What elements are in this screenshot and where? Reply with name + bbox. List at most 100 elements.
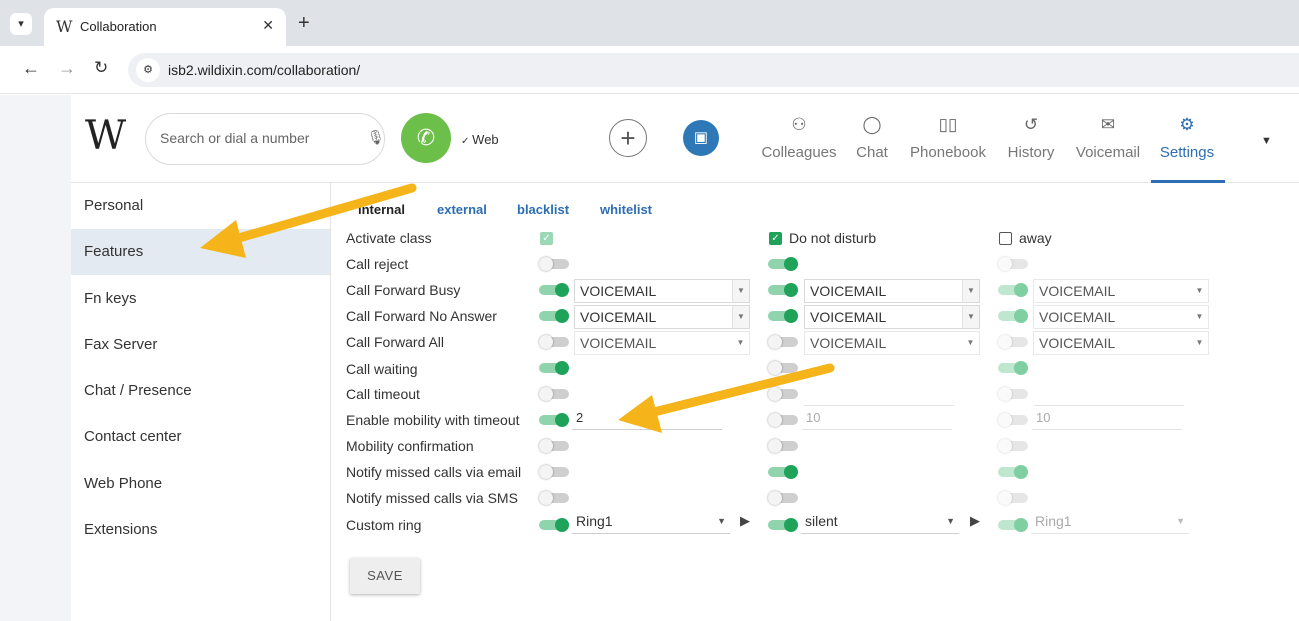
- toggle-cf-busy-internal[interactable]: [539, 283, 569, 297]
- cf-busy-select-dnd[interactable]: VOICEMAIL ▼: [804, 279, 980, 303]
- sidebar-item-contact-center[interactable]: Contact center: [71, 414, 330, 460]
- toggle-cf-all-away[interactable]: [998, 335, 1028, 349]
- toggle-notify-email-dnd[interactable]: [768, 465, 798, 479]
- toggle-mobility-dnd[interactable]: [768, 413, 798, 427]
- toggle-cf-all-dnd[interactable]: [768, 335, 798, 349]
- toggle-cf-no-answer-internal[interactable]: [539, 309, 569, 323]
- back-arrow-icon[interactable]: ←: [22, 58, 40, 79]
- tab-internal[interactable]: internal: [358, 202, 405, 217]
- select-value: VOICEMAIL: [580, 309, 657, 325]
- cf-busy-select-away[interactable]: VOICEMAIL ▼: [1033, 279, 1209, 303]
- tab-search-chevron-icon[interactable]: ▾: [10, 13, 32, 35]
- toggle-notify-sms-dnd[interactable]: [768, 491, 798, 505]
- toggle-call-waiting-internal[interactable]: [539, 361, 569, 375]
- new-tab-button[interactable]: +: [298, 12, 310, 35]
- nav-label: Settings: [1159, 144, 1215, 161]
- sidebar-item-features[interactable]: Features: [71, 229, 330, 275]
- toggle-call-reject-dnd[interactable]: [768, 257, 798, 271]
- sidebar-item-web-phone[interactable]: Web Phone: [71, 461, 330, 507]
- activate-class-checkbox[interactable]: ✓: [540, 232, 553, 245]
- toggle-notify-email-internal[interactable]: [539, 465, 569, 479]
- site-info-icon[interactable]: ⚙: [136, 58, 160, 82]
- tab-whitelist[interactable]: whitelist: [600, 202, 652, 217]
- toggle-custom-ring-dnd[interactable]: [768, 518, 798, 532]
- nav-colleagues[interactable]: ⚇ Colleagues: [761, 115, 837, 161]
- toggle-cf-busy-dnd[interactable]: [768, 283, 798, 297]
- toggle-custom-ring-away[interactable]: [998, 518, 1028, 532]
- call-timeout-field-away[interactable]: [1034, 405, 1184, 406]
- custom-ring-select-internal[interactable]: Ring1 ▼: [572, 510, 730, 534]
- new-action-button[interactable]: +: [609, 119, 647, 157]
- conference-button[interactable]: ▣: [683, 120, 719, 156]
- row-label-call-reject: Call reject: [346, 256, 409, 272]
- nav-settings[interactable]: ⚙ Settings: [1156, 115, 1218, 161]
- sidebar-item-fn-keys[interactable]: Fn keys: [71, 276, 330, 322]
- toggle-mobility-confirm-away[interactable]: [998, 439, 1028, 453]
- more-menu-caret-icon[interactable]: ▼: [1261, 135, 1272, 147]
- tab-blacklist[interactable]: blacklist: [517, 202, 569, 217]
- toggle-call-timeout-away[interactable]: [998, 387, 1028, 401]
- forward-arrow-icon[interactable]: →: [58, 58, 76, 79]
- toggle-call-timeout-dnd[interactable]: [768, 387, 798, 401]
- nav-phonebook[interactable]: ▯▯ Phonebook: [907, 115, 989, 161]
- toggle-call-waiting-dnd[interactable]: [768, 361, 798, 375]
- sidebar-item-extensions[interactable]: Extensions: [71, 507, 330, 553]
- nav-voicemail[interactable]: ✉ Voicemail: [1073, 115, 1143, 161]
- toggle-mobility-internal[interactable]: [539, 413, 569, 427]
- contact-card-icon: ▣: [693, 129, 709, 146]
- browser-tab[interactable]: W Collaboration ✕: [44, 8, 286, 46]
- toggle-cf-all-internal[interactable]: [539, 335, 569, 349]
- chevron-down-icon: ▼: [1195, 286, 1204, 295]
- url-text: isb2.wildixin.com/collaboration/: [168, 62, 361, 78]
- mobility-timeout-input-away[interactable]: 10: [1032, 408, 1182, 430]
- toggle-notify-sms-internal[interactable]: [539, 491, 569, 505]
- device-select[interactable]: ✓ Web: [461, 132, 499, 147]
- toggle-notify-sms-away[interactable]: [998, 491, 1028, 505]
- reload-icon[interactable]: ↻: [94, 58, 108, 78]
- toggle-mobility-away[interactable]: [998, 413, 1028, 427]
- wildix-favicon-icon: W: [56, 17, 73, 36]
- play-ring-internal-icon[interactable]: ▶: [740, 513, 750, 529]
- toggle-cf-no-answer-dnd[interactable]: [768, 309, 798, 323]
- save-button[interactable]: SAVE: [350, 558, 420, 594]
- cf-busy-select-internal[interactable]: VOICEMAIL ▼: [574, 279, 750, 303]
- nav-history[interactable]: ↺ History: [1003, 115, 1059, 161]
- mobility-timeout-input-internal[interactable]: 2: [572, 408, 722, 430]
- ring-value: silent: [805, 513, 838, 529]
- tab-external[interactable]: external: [437, 202, 487, 217]
- toggle-custom-ring-internal[interactable]: [539, 518, 569, 532]
- cf-all-select-internal[interactable]: VOICEMAIL ▼: [574, 331, 750, 355]
- cf-no-answer-select-internal[interactable]: VOICEMAIL ▼: [574, 305, 750, 329]
- away-class-checkbox[interactable]: [999, 232, 1012, 245]
- mobility-timeout-input-dnd[interactable]: 10: [802, 408, 952, 430]
- toggle-cf-no-answer-away[interactable]: [998, 309, 1028, 323]
- sidebar-item-fax-server[interactable]: Fax Server: [71, 322, 330, 368]
- toggle-mobility-confirm-dnd[interactable]: [768, 439, 798, 453]
- toggle-notify-email-away[interactable]: [998, 465, 1028, 479]
- toggle-call-reject-away[interactable]: [998, 257, 1028, 271]
- sidebar-item-personal[interactable]: Personal: [71, 183, 330, 229]
- microphone-icon[interactable]: 🎙: [367, 129, 385, 146]
- cf-no-answer-select-dnd[interactable]: VOICEMAIL ▼: [804, 305, 980, 329]
- cf-all-select-away[interactable]: VOICEMAIL ▼: [1033, 331, 1209, 355]
- dnd-class-checkbox[interactable]: ✓: [769, 232, 782, 245]
- search-input[interactable]: [160, 130, 350, 146]
- toggle-call-timeout-internal[interactable]: [539, 387, 569, 401]
- toggle-cf-busy-away[interactable]: [998, 283, 1028, 297]
- nav-chat[interactable]: ◯ Chat: [853, 115, 891, 161]
- custom-ring-select-away[interactable]: Ring1 ▼: [1031, 510, 1189, 534]
- toggle-call-reject-internal[interactable]: [539, 257, 569, 271]
- sidebar-item-chat-presence[interactable]: Chat / Presence: [71, 368, 330, 414]
- toggle-mobility-confirm-internal[interactable]: [539, 439, 569, 453]
- address-bar: ← → ↻ ⚙ isb2.wildixin.com/collaboration/: [0, 46, 1299, 94]
- toggle-call-waiting-away[interactable]: [998, 361, 1028, 375]
- call-button[interactable]: ✆: [401, 113, 451, 163]
- custom-ring-select-dnd[interactable]: silent ▼: [801, 510, 959, 534]
- cf-all-select-dnd[interactable]: VOICEMAIL ▼: [804, 331, 980, 355]
- call-timeout-field-dnd[interactable]: [804, 405, 954, 406]
- row-label-call-forward-no-answer: Call Forward No Answer: [346, 308, 497, 324]
- cf-no-answer-select-away[interactable]: VOICEMAIL ▼: [1033, 305, 1209, 329]
- close-tab-icon[interactable]: ✕: [262, 17, 274, 34]
- url-field[interactable]: ⚙ isb2.wildixin.com/collaboration/: [128, 53, 1299, 87]
- play-ring-dnd-icon[interactable]: ▶: [970, 513, 980, 529]
